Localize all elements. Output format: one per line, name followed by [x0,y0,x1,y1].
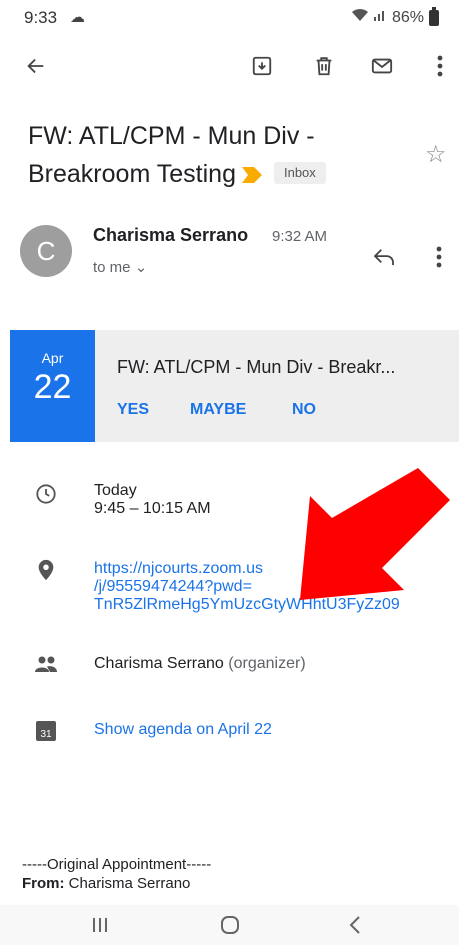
reply-icon[interactable] [366,239,402,275]
annotation-arrow-icon [300,468,450,600]
importance-marker-icon[interactable] [241,156,262,194]
from-value: Charisma Serrano [68,875,191,892]
weather-icon: ☁ [70,9,85,26]
organizer: Charisma Serrano (organizer) [94,655,306,673]
inbox-label[interactable]: Inbox [273,162,326,185]
battery-percent: 86% [391,8,424,26]
system-nav-bar [0,905,459,945]
email-subject: FW: ATL/CPM - Mun Div - Breakroom Testin… [28,117,408,194]
location-pin-icon [34,558,58,582]
event-time-range: 9:45 – 10:15 AM [94,500,211,517]
battery-icon [429,6,439,26]
organizer-role: (organizer) [228,655,306,672]
clock-icon [34,482,58,506]
original-header: -----Original Appointment----- [22,856,212,873]
status-bar: 9:33 ☁ 86% [0,0,459,36]
event-date-block: Apr 22 [10,330,95,442]
sender-name: Charisma Serrano [93,225,249,245]
organizer-name: Charisma Serrano [94,655,224,672]
people-icon [34,652,58,676]
recipient-toggle[interactable]: to me ⌄ [93,258,147,276]
nav-back-icon[interactable] [335,905,375,945]
delete-icon[interactable] [306,48,342,84]
status-time: 9:33 [24,8,58,27]
rsvp-yes-button[interactable]: YES [117,401,149,419]
toolbar [0,48,459,88]
original-from: From: Charisma Serrano [22,874,211,893]
calendar-invite-card[interactable]: Apr 22 FW: ATL/CPM - Mun Div - Breakr...… [10,330,459,442]
calendar-icon: 31 [34,718,58,742]
back-arrow-icon[interactable] [18,48,54,84]
event-day: 22 [33,368,72,406]
wifi-icon [351,8,368,27]
recent-apps-icon[interactable] [80,905,120,945]
mark-unread-icon[interactable] [364,48,400,84]
chevron-down-icon: ⌄ [134,259,148,276]
calendar-icon-day: 31 [40,729,52,740]
archive-icon[interactable] [244,48,280,84]
home-icon[interactable] [210,905,250,945]
status-icons: 86% [351,6,439,27]
rsvp-maybe-button[interactable]: MAYBE [190,401,246,419]
sender-row: C Charisma Serrano 9:32 AM to me ⌄ [0,225,459,285]
rsvp-no-button[interactable]: NO [292,401,316,419]
avatar[interactable]: C [20,225,72,277]
star-icon[interactable]: ☆ [425,140,447,169]
more-vert-icon[interactable] [422,48,458,84]
event-day-text: Today [94,482,137,499]
from-label: From: [22,875,65,892]
event-time: Today 9:45 – 10:15 AM [94,482,211,518]
event-month: Apr [41,350,64,366]
original-appointment: -----Original Appointment----- From: Cha… [22,855,211,893]
recipient-text: to me [93,259,131,276]
signal-icon [373,8,387,27]
subject-text: FW: ATL/CPM - Mun Div - Breakroom Testin… [28,122,315,188]
event-title: FW: ATL/CPM - Mun Div - Breakr... [117,357,396,377]
show-agenda-link[interactable]: Show agenda on April 22 [94,721,272,739]
sender-more-icon[interactable] [424,239,454,275]
sent-time: 9:32 AM [272,228,328,245]
